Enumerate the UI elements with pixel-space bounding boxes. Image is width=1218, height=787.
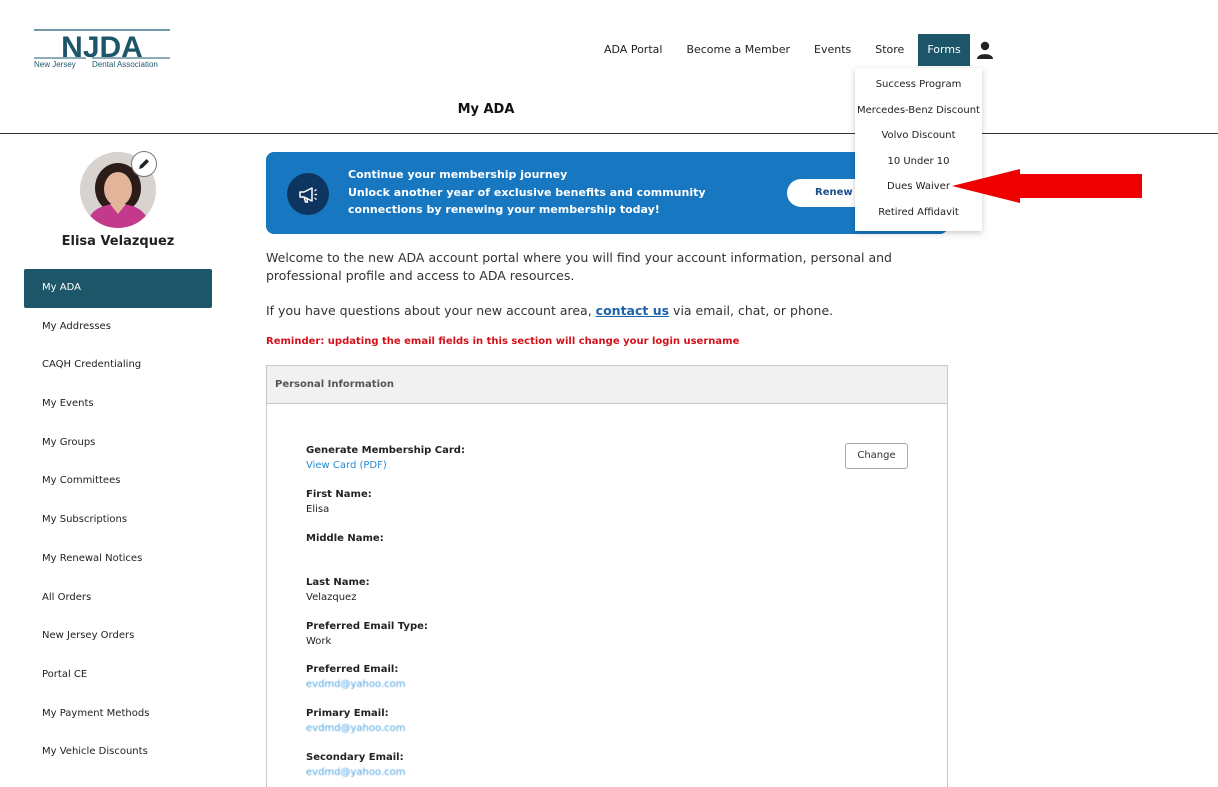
- header-divider: [0, 133, 1218, 134]
- last-name-field: Last Name: Velazquez: [306, 576, 370, 605]
- personal-information-panel: Personal Information Change Generate Mem…: [266, 365, 948, 787]
- preferred-email-type-value: Work: [306, 636, 332, 647]
- field-label: Preferred Email:: [306, 664, 399, 675]
- field-label: Generate Membership Card:: [306, 445, 465, 456]
- preferred-email-value: evdmd@yahoo.com: [306, 679, 406, 690]
- sidebar-navigation: My ADA My Addresses CAQH Credentialing M…: [24, 269, 212, 772]
- email-reminder-notice: Reminder: updating the email fields in t…: [266, 336, 740, 347]
- sidebar-item-my-ada[interactable]: My ADA: [24, 269, 212, 308]
- welcome-text: Welcome to the new ADA account portal wh…: [266, 250, 892, 283]
- primary-email-field: Primary Email: evdmd@yahoo.com: [306, 707, 406, 736]
- sidebar-item-my-groups[interactable]: My Groups: [24, 424, 212, 463]
- banner-title: Continue your membership journey: [348, 168, 568, 181]
- panel-heading: Personal Information: [267, 366, 947, 404]
- sidebar-item-my-vehicle-discounts[interactable]: My Vehicle Discounts: [24, 733, 212, 772]
- nav-ada-portal[interactable]: ADA Portal: [592, 34, 674, 66]
- middle-name-field: Middle Name:: [306, 532, 384, 546]
- primary-email-value: evdmd@yahoo.com: [306, 723, 406, 734]
- sidebar-item-my-renewal-notices[interactable]: My Renewal Notices: [24, 540, 212, 579]
- questions-suffix: via email, chat, or phone.: [673, 303, 834, 318]
- preferred-email-field: Preferred Email: evdmd@yahoo.com: [306, 663, 406, 692]
- person-icon[interactable]: [970, 34, 1000, 66]
- edit-profile-photo-button[interactable]: [131, 151, 157, 177]
- view-card-pdf-link[interactable]: View Card (PDF): [306, 458, 465, 473]
- megaphone-icon: [287, 173, 329, 215]
- sidebar-item-my-subscriptions[interactable]: My Subscriptions: [24, 501, 212, 540]
- annotation-arrow-icon: [952, 169, 1142, 203]
- sidebar-item-my-events[interactable]: My Events: [24, 385, 212, 424]
- last-name-value: Velazquez: [306, 592, 357, 603]
- logo-subtext: New Jersey Dental Association: [34, 60, 170, 69]
- profile-user-name: Elisa Velazquez: [61, 234, 175, 249]
- field-label: First Name:: [306, 489, 372, 500]
- secondary-email-field: Secondary Email: evdmd@yahoo.com: [306, 751, 406, 780]
- top-navigation: ADA Portal Become a Member Events Store …: [592, 34, 1000, 66]
- renewal-banner: Continue your membership journey Unlock …: [266, 152, 948, 234]
- change-button[interactable]: Change: [845, 443, 908, 469]
- sidebar-item-my-committees[interactable]: My Committees: [24, 462, 212, 501]
- profile-avatar-area: [80, 151, 157, 228]
- contact-us-link[interactable]: contact us: [596, 303, 669, 318]
- nav-become-a-member[interactable]: Become a Member: [674, 34, 802, 66]
- field-label: Primary Email:: [306, 708, 389, 719]
- questions-text: If you have questions about your new acc…: [266, 303, 956, 318]
- field-label: Last Name:: [306, 577, 370, 588]
- banner-text: Unlock another year of exclusive benefit…: [348, 186, 706, 216]
- sidebar-item-all-orders[interactable]: All Orders: [24, 579, 212, 618]
- secondary-email-value: evdmd@yahoo.com: [306, 767, 406, 778]
- field-label: Preferred Email Type:: [306, 621, 428, 632]
- sidebar-item-my-addresses[interactable]: My Addresses: [24, 308, 212, 347]
- sidebar-item-caqh-credentialing[interactable]: CAQH Credentialing: [24, 346, 212, 385]
- preferred-email-type-field: Preferred Email Type: Work: [306, 620, 428, 649]
- nav-store[interactable]: Store: [863, 34, 916, 66]
- menu-item-success-program[interactable]: Success Program: [855, 72, 982, 98]
- nav-events[interactable]: Events: [802, 34, 863, 66]
- pencil-icon: [139, 159, 149, 169]
- sidebar-item-portal-ce[interactable]: Portal CE: [24, 656, 212, 695]
- membership-card-field: Generate Membership Card: View Card (PDF…: [306, 444, 465, 473]
- field-label: Secondary Email:: [306, 752, 404, 763]
- first-name-field: First Name: Elisa: [306, 488, 372, 517]
- njda-logo[interactable]: NJDA New Jersey Dental Association: [34, 28, 170, 72]
- logo-subtext-left: New Jersey: [34, 60, 76, 69]
- page-title: My ADA: [457, 102, 515, 117]
- sidebar-item-my-payment-methods[interactable]: My Payment Methods: [24, 695, 212, 734]
- menu-item-mercedes-benz-discount[interactable]: Mercedes-Benz Discount: [855, 98, 982, 124]
- menu-item-volvo-discount[interactable]: Volvo Discount: [855, 123, 982, 149]
- sidebar-item-new-jersey-orders[interactable]: New Jersey Orders: [24, 617, 212, 656]
- first-name-value: Elisa: [306, 504, 330, 515]
- field-label: Middle Name:: [306, 533, 384, 544]
- questions-prefix: If you have questions about your new acc…: [266, 303, 592, 318]
- forms-dropdown-menu: Success Program Mercedes-Benz Discount V…: [855, 68, 982, 231]
- nav-forms[interactable]: Forms: [918, 34, 970, 66]
- logo-subtext-right: Dental Association: [92, 60, 158, 69]
